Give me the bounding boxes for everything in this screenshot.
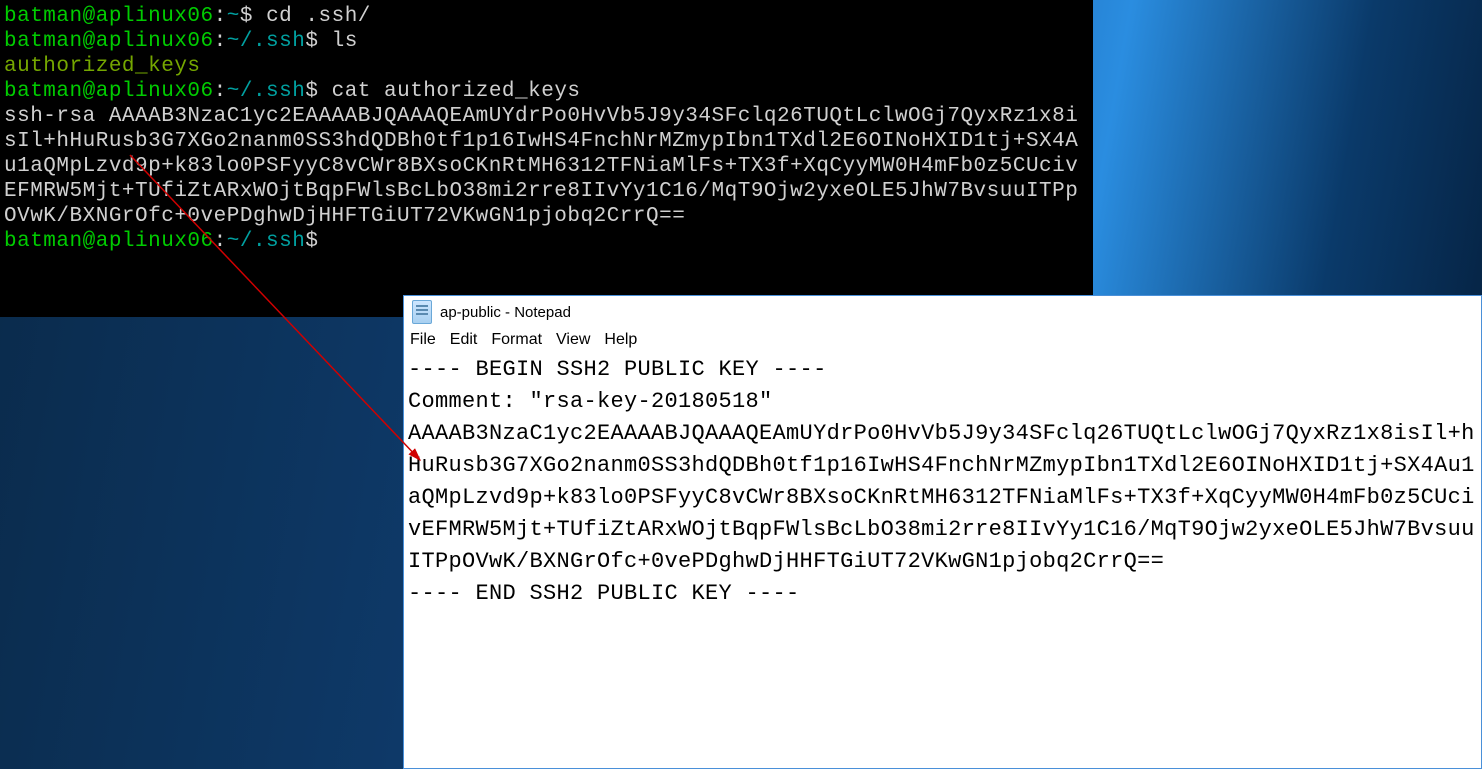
notepad-textarea[interactable]: ---- BEGIN SSH2 PUBLIC KEY ---- Comment:… xyxy=(404,352,1481,768)
menu-view[interactable]: View xyxy=(556,331,590,349)
desktop-background: batman@aplinux06:~$ cd .ssh/batman@aplin… xyxy=(0,0,1482,769)
menu-edit[interactable]: Edit xyxy=(450,331,478,349)
terminal-prompt-line: batman@aplinux06:~$ cd .ssh/ xyxy=(4,4,1089,29)
menu-help[interactable]: Help xyxy=(604,331,637,349)
notepad-title-text: ap-public - Notepad xyxy=(440,304,571,321)
notepad-titlebar[interactable]: ap-public - Notepad xyxy=(404,296,1481,328)
terminal-window[interactable]: batman@aplinux06:~$ cd .ssh/batman@aplin… xyxy=(0,0,1093,317)
menu-file[interactable]: File xyxy=(410,331,436,349)
terminal-prompt-line: batman@aplinux06:~/.ssh$ xyxy=(4,229,1089,254)
terminal-output-line: ssh-rsa AAAAB3NzaC1yc2EAAAABJQAAAQEAmUYd… xyxy=(4,104,1089,229)
terminal-output-line: authorized_keys xyxy=(4,54,1089,79)
notepad-icon xyxy=(412,300,432,324)
terminal-prompt-line: batman@aplinux06:~/.ssh$ ls xyxy=(4,29,1089,54)
notepad-menubar[interactable]: File Edit Format View Help xyxy=(404,328,1481,352)
terminal-prompt-line: batman@aplinux06:~/.ssh$ cat authorized_… xyxy=(4,79,1089,104)
notepad-window[interactable]: ap-public - Notepad File Edit Format Vie… xyxy=(403,295,1482,769)
menu-format[interactable]: Format xyxy=(491,331,542,349)
terminal-content: batman@aplinux06:~$ cd .ssh/batman@aplin… xyxy=(4,4,1089,254)
